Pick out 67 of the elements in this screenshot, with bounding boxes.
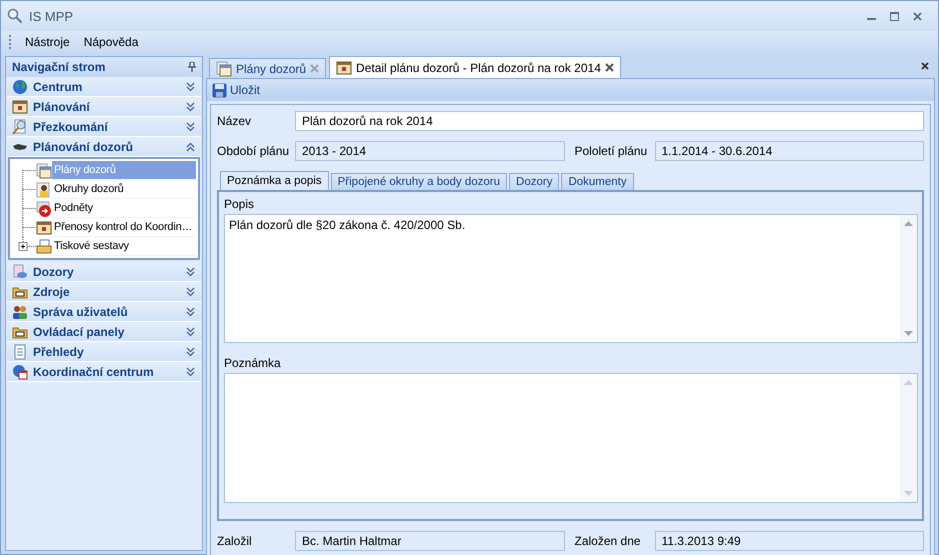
field-label: Pololetí plánu xyxy=(574,144,648,158)
tab[interactable]: Poznámka a popis xyxy=(220,171,329,190)
navigation-group[interactable]: Správa uživatelů xyxy=(7,302,201,322)
name-field[interactable]: Plán dozorů na rok 2014 xyxy=(295,111,924,131)
document-tab[interactable]: Detail plánu dozorů - Plán dozorů na rok 2014 xyxy=(329,56,621,78)
save-icon[interactable] xyxy=(212,82,227,98)
period-field[interactable]: 2013 - 2014 xyxy=(295,141,564,161)
panel-title: Navigační strom xyxy=(12,60,106,74)
calendar-icon xyxy=(216,60,232,76)
tab[interactable]: Dozory xyxy=(509,173,560,190)
calendar-icon xyxy=(12,98,28,114)
tree-line xyxy=(22,218,36,237)
calendar-icon xyxy=(36,162,52,178)
document-tab[interactable]: Plány dozorů xyxy=(209,58,326,78)
menu-item[interactable]: Nástroje xyxy=(25,35,70,49)
tab[interactable]: Připojené okruhy a body dozoru xyxy=(330,173,508,190)
pin-icon[interactable] xyxy=(188,62,196,72)
field-label: Popis xyxy=(224,197,256,211)
field-label: Poznámka xyxy=(224,356,282,370)
half-year-field[interactable]: 1.1.2014 - 30.6.2014 xyxy=(654,141,924,161)
author-field[interactable]: Bc. Martin Haltmar xyxy=(295,531,564,551)
navigation-group[interactable]: Zdroje xyxy=(7,282,201,302)
expand-icon[interactable] xyxy=(186,82,195,92)
calendar-icon xyxy=(336,60,352,76)
navigation-group[interactable]: Ovládací panely xyxy=(7,322,201,342)
expand-icon[interactable] xyxy=(186,306,195,316)
expand-icon[interactable] xyxy=(186,326,195,336)
globe-calendar-icon xyxy=(12,364,28,380)
expand-icon[interactable] xyxy=(186,102,195,112)
navigation-group[interactable]: Dozory xyxy=(7,262,201,282)
navigation-group[interactable]: Přezkoumání xyxy=(7,117,201,137)
globe-icon xyxy=(12,78,28,94)
calendar-icon xyxy=(36,220,52,236)
person-document-icon xyxy=(36,182,52,198)
document-icon xyxy=(12,264,28,280)
users-icon xyxy=(12,304,28,320)
window-title: IS MPP xyxy=(29,8,74,24)
document-icon xyxy=(12,344,28,360)
close-icon[interactable] xyxy=(913,12,922,20)
expand-icon[interactable] xyxy=(186,346,195,356)
field-label: Založen dne xyxy=(574,534,642,548)
collapse-icon[interactable] xyxy=(186,142,195,152)
save-button[interactable]: Uložit xyxy=(210,80,262,100)
navigation-group[interactable]: Plánování xyxy=(7,97,201,117)
field-label: Období plánu xyxy=(217,144,289,158)
navigation-group[interactable]: Centrum xyxy=(7,77,201,97)
navigation-group[interactable]: Plánování dozorů xyxy=(7,137,201,157)
navigation-group[interactable]: Koordinační centrum xyxy=(7,362,201,382)
close-icon[interactable] xyxy=(604,63,614,72)
expand-icon[interactable] xyxy=(186,366,195,376)
maximize-icon[interactable] xyxy=(890,12,899,20)
tab[interactable]: Dokumenty xyxy=(561,173,634,190)
arrow-sign-icon xyxy=(36,200,52,216)
tree-item[interactable]: Okruhy dozorů xyxy=(52,180,196,199)
field-label: Založil xyxy=(217,534,253,548)
expand-icon[interactable] xyxy=(186,286,195,296)
tree-line xyxy=(22,199,36,218)
expand-icon[interactable] xyxy=(186,122,195,132)
navigation-group[interactable]: Přehledy xyxy=(7,342,201,362)
created-date-field[interactable]: 11.3.2013 9:49 xyxy=(654,531,924,551)
menu-item[interactable]: Nápověda xyxy=(84,35,138,49)
close-icon[interactable] xyxy=(921,62,929,70)
printer-icon xyxy=(36,238,52,254)
field-label: Název xyxy=(217,114,252,128)
magnifier-icon xyxy=(12,118,28,134)
expand-icon[interactable] xyxy=(186,266,195,276)
search-icon xyxy=(7,8,23,24)
